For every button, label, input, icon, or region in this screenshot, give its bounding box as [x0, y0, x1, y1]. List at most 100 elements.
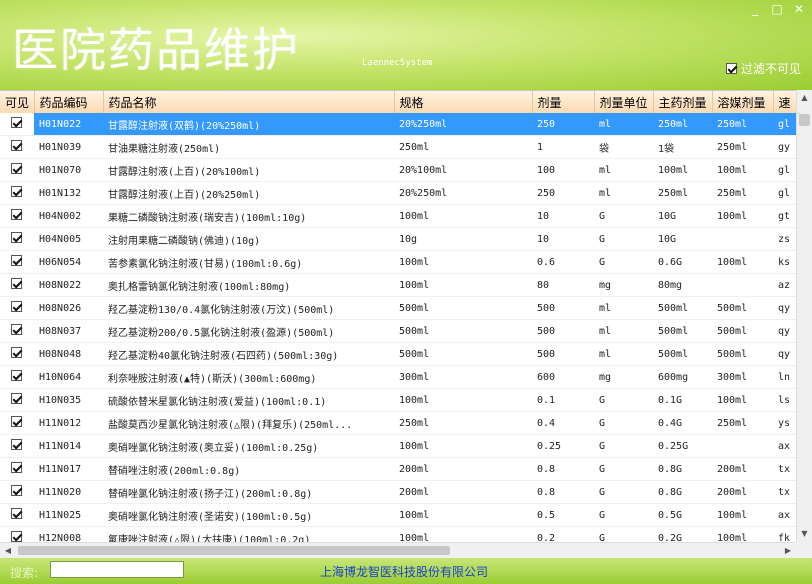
table-row[interactable]: H08N048 羟乙基淀粉40氯化钠注射液(石四药)(500ml:30g) 500m… [0, 342, 796, 366]
table-row[interactable]: H11N012 盐酸莫西沙星氯化钠注射液(△限)(拜复乐)(250ml... 250… [0, 411, 796, 435]
visible-checkbox[interactable] [11, 209, 22, 220]
cell-unit: G [594, 204, 653, 228]
table-row[interactable]: H12N008 氟康唑注射液(△限)(大扶康)(100ml:0.2g) 100ml 0… [0, 526, 796, 543]
table-row[interactable]: H11N014 奥硝唑氯化钠注射液(奥立妥)(100ml:0.25g) 100ml 0… [0, 434, 796, 458]
visible-cell [0, 181, 34, 205]
scroll-corner [796, 542, 812, 558]
table-row[interactable]: H10N035 硫酸依替米星氯化钠注射液(爱益)(100ml:0.1) 100ml 0… [0, 388, 796, 412]
visible-checkbox[interactable] [11, 347, 22, 358]
table-row[interactable]: H10N064 利奈唑胺注射液(▲特)(斯沃)(300ml:600mg) 300ml… [0, 365, 796, 389]
table-row[interactable]: H08N026 羟乙基淀粉130/0.4氯化钠注射液(万汶)(500ml) 500m… [0, 296, 796, 320]
horizontal-scrollbar[interactable]: ◀ ▶ [0, 542, 796, 558]
visible-checkbox[interactable] [11, 324, 22, 335]
cell-code: H01N070 [34, 158, 103, 182]
search-input[interactable] [50, 561, 184, 578]
cell-solvent: 500ml [712, 296, 773, 320]
column-header[interactable]: 可见 [0, 91, 35, 113]
maximize-icon[interactable]: □ [768, 2, 786, 16]
horizontal-scroll-thumb[interactable] [18, 546, 450, 555]
cell-dose: 0.5 [532, 503, 594, 527]
cell-main: 250ml [653, 113, 712, 136]
visible-checkbox[interactable] [11, 508, 22, 519]
visible-checkbox[interactable] [11, 393, 22, 404]
scroll-down-icon[interactable]: ▼ [797, 526, 812, 542]
vertical-scrollbar[interactable]: ▲ ▼ [796, 90, 812, 542]
cell-spec: 500ml [394, 296, 532, 320]
cell-name: 利奈唑胺注射液(▲特)(斯沃)(300ml:600mg) [103, 365, 394, 389]
table-row[interactable]: H06N054 苦参素氯化钠注射液(甘易)(100ml:0.6g) 100ml 0.6… [0, 250, 796, 274]
column-header[interactable]: 速 [773, 91, 796, 113]
cell-code: H11N025 [34, 503, 103, 527]
table-row[interactable]: H11N020 替硝唑氯化钠注射液(扬子江)(200ml:0.8g) 200ml 0.… [0, 480, 796, 504]
table-row[interactable]: H04N002 果糖二磷酸钠注射液(瑞安吉)(100ml:10g) 100ml 10 G… [0, 204, 796, 228]
table-row[interactable]: H11N017 替硝唑注射液(200ml:0.8g) 200ml 0.8 G 0.8G 20… [0, 457, 796, 481]
cell-solvent: 100ml [712, 250, 773, 274]
table-row[interactable]: H01N132 甘露醇注射液(上百)(20%250ml) 20%250ml 250 ml… [0, 181, 796, 205]
scroll-right-icon[interactable]: ▶ [780, 543, 796, 559]
visible-checkbox[interactable] [11, 163, 22, 174]
scroll-left-icon[interactable]: ◀ [0, 543, 16, 559]
visible-checkbox[interactable] [11, 370, 22, 381]
visible-checkbox[interactable] [11, 278, 22, 289]
visible-checkbox[interactable] [11, 117, 22, 128]
scroll-up-icon[interactable]: ▲ [797, 90, 812, 106]
column-header[interactable]: 药品编码 [34, 91, 104, 113]
cell-spec: 100ml [394, 273, 532, 297]
table-row[interactable]: H08N037 羟乙基淀粉200/0.5氯化钠注射液(盈源)(500ml) 500m… [0, 319, 796, 343]
close-icon[interactable]: ✕ [790, 2, 808, 16]
vertical-scroll-thumb[interactable] [799, 114, 810, 126]
visible-checkbox[interactable] [11, 439, 22, 450]
cell-unit: G [594, 411, 653, 435]
visible-cell [0, 204, 34, 228]
visible-cell [0, 135, 34, 159]
visible-cell [0, 434, 34, 458]
visible-cell [0, 227, 34, 251]
cell-dose: 0.25 [532, 434, 594, 458]
visible-checkbox[interactable] [11, 186, 22, 197]
column-header[interactable]: 溶媒剂量 [712, 91, 774, 113]
cell-speed: ax [773, 434, 796, 458]
column-header[interactable]: 规格 [394, 91, 533, 113]
visible-checkbox[interactable] [11, 485, 22, 496]
table-row[interactable]: H04N005 注射用果糖二磷酸钠(佛迪)(10g) 10g 10 G 10G zs [0, 227, 796, 251]
cell-name: 替硝唑氯化钠注射液(扬子江)(200ml:0.8g) [103, 480, 394, 504]
cell-name: 羟乙基淀粉40氯化钠注射液(石四药)(500ml:30g) [103, 342, 394, 366]
visible-checkbox[interactable] [11, 301, 22, 312]
cell-code: H04N005 [34, 227, 103, 251]
cell-unit: mg [594, 365, 653, 389]
search-label: 搜索: [10, 566, 39, 580]
cell-spec: 200ml [394, 457, 532, 481]
column-header[interactable]: 主药剂量 [653, 91, 713, 113]
table-row[interactable]: H01N070 甘露醇注射液(上百)(20%100ml) 20%100ml 100 ml… [0, 158, 796, 182]
table-row[interactable]: H08N022 奥扎格雷钠氯化钠注射液(100ml:80mg) 100ml 80 mg 8… [0, 273, 796, 297]
cell-name: 注射用果糖二磷酸钠(佛迪)(10g) [103, 227, 394, 251]
column-header[interactable]: 剂量单位 [594, 91, 654, 113]
cell-name: 甘露醇注射液(双鹤)(20%250ml) [103, 113, 394, 136]
table-header: 可见 药品编码 药品名称 规格 剂量 剂量单位 主药剂量 溶媒剂量速 [0, 91, 796, 113]
visible-checkbox[interactable] [11, 255, 22, 266]
cell-unit: ml [594, 181, 653, 205]
cell-speed: gl [773, 181, 796, 205]
visible-checkbox[interactable] [11, 140, 22, 151]
table-row[interactable]: H11N025 奥硝唑氯化钠注射液(圣诺安)(100ml:0.5g) 100ml 0.… [0, 503, 796, 527]
visible-checkbox[interactable] [11, 462, 22, 473]
app-title: 医院药品维护 [12, 23, 300, 77]
minimize-icon[interactable]: _ [746, 2, 764, 16]
cell-unit: ml [594, 158, 653, 182]
column-header[interactable]: 剂量 [532, 91, 595, 113]
visible-cell [0, 319, 34, 343]
filter-invisible-toggle[interactable]: 过滤不可见 [726, 60, 801, 77]
cell-solvent: 500ml [712, 319, 773, 343]
cell-code: H01N022 [34, 113, 103, 136]
filter-checkbox[interactable] [726, 63, 737, 74]
visible-cell [0, 342, 34, 366]
visible-cell [0, 503, 34, 527]
visible-checkbox[interactable] [11, 531, 22, 542]
table-row[interactable]: H01N039 甘油果糖注射液(250ml) 250ml 1 袋 1袋 250ml gy [0, 135, 796, 159]
table-row[interactable]: H01N022 甘露醇注射液(双鹤)(20%250ml) 20%250ml 250 ml… [0, 113, 796, 136]
visible-checkbox[interactable] [11, 416, 22, 427]
column-header[interactable]: 药品名称 [103, 91, 395, 113]
cell-speed: fk [773, 526, 796, 543]
visible-checkbox[interactable] [11, 232, 22, 243]
visible-cell [0, 388, 34, 412]
